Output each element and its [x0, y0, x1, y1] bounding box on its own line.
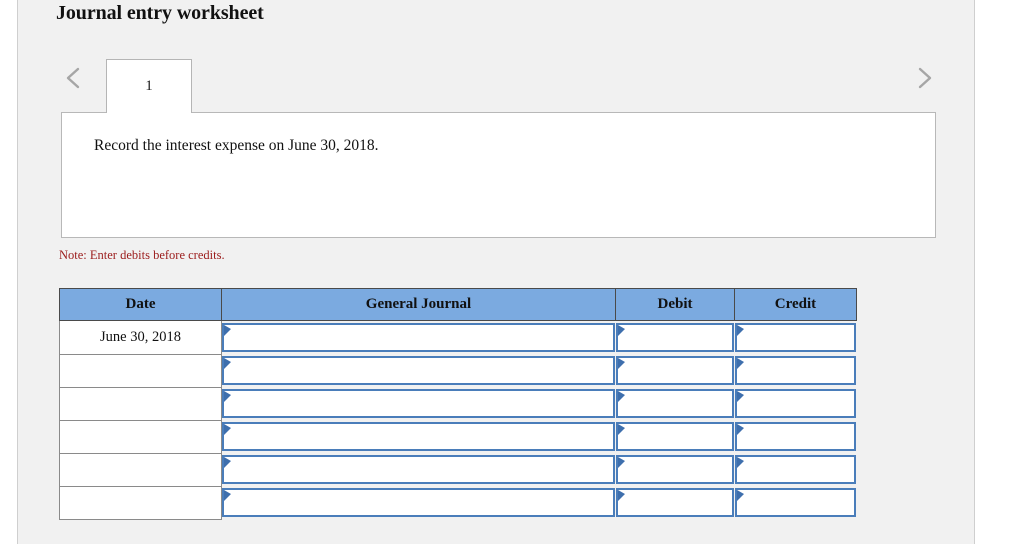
- general-journal-input[interactable]: [222, 422, 615, 451]
- credit-cell: [734, 320, 857, 354]
- dropdown-marker-icon: [617, 424, 625, 435]
- date-cell[interactable]: [59, 452, 222, 487]
- credit-input[interactable]: [734, 323, 856, 352]
- table-row: [59, 419, 857, 454]
- dropdown-marker-icon: [617, 391, 625, 402]
- credit-input[interactable]: [734, 488, 856, 517]
- debit-input[interactable]: [615, 488, 734, 517]
- table-row: [59, 386, 857, 421]
- debit-input[interactable]: [615, 356, 734, 385]
- table-row: [59, 353, 857, 388]
- general-journal-cell: [221, 320, 616, 354]
- debit-cell: [615, 486, 735, 519]
- dropdown-marker-icon: [224, 490, 231, 501]
- dropdown-marker-icon: [617, 358, 625, 369]
- dropdown-marker-icon: [736, 424, 744, 435]
- date-cell[interactable]: [59, 419, 222, 454]
- date-cell[interactable]: [59, 485, 222, 520]
- column-header-date: Date: [59, 288, 222, 321]
- dropdown-marker-icon: [617, 457, 625, 468]
- dropdown-marker-icon: [617, 490, 625, 501]
- dropdown-marker-icon: [224, 457, 231, 468]
- journal-entry-table: Date General Journal Debit Credit June 3…: [59, 288, 857, 520]
- dropdown-marker-icon: [736, 325, 744, 336]
- debit-cell: [615, 453, 735, 486]
- next-entry-button[interactable]: [911, 62, 937, 94]
- credit-cell: [734, 420, 857, 453]
- dropdown-marker-icon: [736, 490, 744, 501]
- table-row: [59, 485, 857, 520]
- credit-cell: [734, 354, 857, 387]
- general-journal-cell: [221, 354, 616, 387]
- credit-cell: [734, 453, 857, 486]
- table-row: [59, 452, 857, 487]
- note-text: Note: Enter debits before credits.: [59, 248, 225, 262]
- general-journal-input[interactable]: [222, 488, 615, 517]
- worksheet-page: Journal entry worksheet 1 Record the int…: [0, 0, 1024, 544]
- column-header-general-journal: General Journal: [221, 288, 616, 321]
- general-journal-cell: [221, 453, 616, 486]
- debit-cell: [615, 354, 735, 387]
- dropdown-marker-icon: [736, 457, 744, 468]
- date-cell[interactable]: [59, 386, 222, 421]
- credit-input[interactable]: [734, 455, 856, 484]
- general-journal-input[interactable]: [222, 389, 615, 418]
- dropdown-marker-icon: [224, 391, 231, 402]
- dropdown-marker-icon: [736, 358, 744, 369]
- dropdown-marker-icon: [736, 391, 744, 402]
- general-journal-cell: [221, 387, 616, 420]
- credit-input[interactable]: [734, 389, 856, 418]
- debit-cell: [615, 320, 735, 354]
- credit-cell: [734, 387, 857, 420]
- dropdown-marker-icon: [224, 325, 231, 336]
- chevron-left-icon: [61, 62, 87, 94]
- dropdown-marker-icon: [224, 358, 231, 369]
- dropdown-marker-icon: [224, 424, 231, 435]
- table-header-row: Date General Journal Debit Credit: [59, 288, 857, 321]
- credit-input[interactable]: [734, 356, 856, 385]
- debit-input[interactable]: [615, 323, 734, 352]
- credit-cell: [734, 486, 857, 519]
- entry-tab-1[interactable]: 1: [106, 59, 192, 113]
- column-header-debit: Debit: [615, 288, 735, 321]
- date-cell[interactable]: June 30, 2018: [59, 320, 222, 355]
- chevron-right-icon: [911, 62, 937, 94]
- debit-input[interactable]: [615, 389, 734, 418]
- column-header-credit: Credit: [734, 288, 857, 321]
- general-journal-input[interactable]: [222, 323, 615, 352]
- general-journal-cell: [221, 420, 616, 453]
- instruction-text: Record the interest expense on June 30, …: [94, 137, 379, 154]
- instruction-panel: Record the interest expense on June 30, …: [61, 112, 936, 238]
- credit-input[interactable]: [734, 422, 856, 451]
- debit-cell: [615, 420, 735, 453]
- general-journal-cell: [221, 486, 616, 519]
- content-panel: Journal entry worksheet 1 Record the int…: [17, 0, 975, 544]
- page-title: Journal entry worksheet: [56, 2, 264, 24]
- previous-entry-button[interactable]: [61, 62, 87, 94]
- table-row: June 30, 2018: [59, 320, 857, 355]
- entry-tab-label: 1: [145, 78, 153, 94]
- date-cell[interactable]: [59, 353, 222, 388]
- debit-input[interactable]: [615, 455, 734, 484]
- debit-cell: [615, 387, 735, 420]
- dropdown-marker-icon: [617, 325, 625, 336]
- general-journal-input[interactable]: [222, 455, 615, 484]
- debit-input[interactable]: [615, 422, 734, 451]
- general-journal-input[interactable]: [222, 356, 615, 385]
